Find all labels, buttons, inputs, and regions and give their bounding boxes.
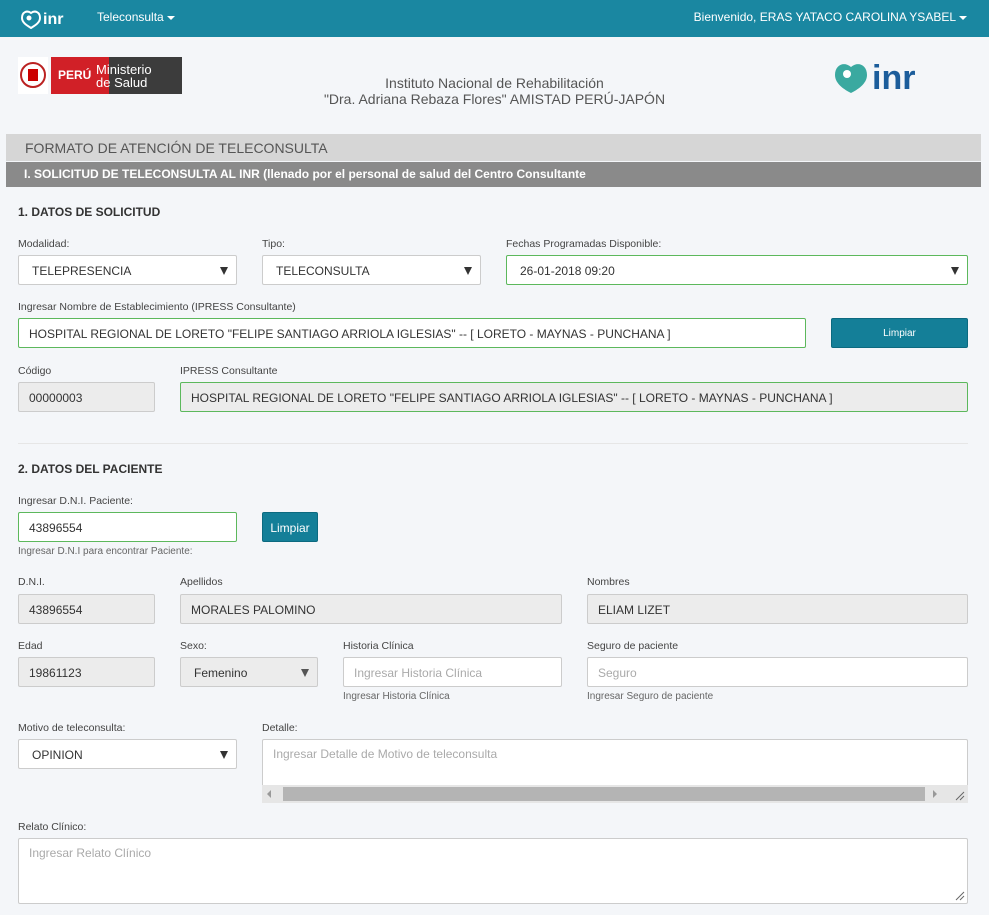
section-title-solicitud: 1. DATOS DE SOLICITUD xyxy=(18,205,161,219)
caret-down-icon xyxy=(220,267,228,275)
caret-down-icon xyxy=(464,267,472,275)
ipress-field: HOSPITAL REGIONAL DE LORETO "FELIPE SANT… xyxy=(180,382,968,412)
detalle-horizontal-scrollbar[interactable] xyxy=(262,785,968,803)
dni-field: 43896554 xyxy=(18,594,155,624)
seguro-input[interactable]: Seguro xyxy=(587,657,968,687)
tipo-select[interactable]: TELECONSULTA xyxy=(262,255,481,285)
edad-field: 19861123 xyxy=(18,657,155,687)
inr-logo-icon: inr xyxy=(835,59,915,95)
svg-text:inr: inr xyxy=(872,59,915,95)
modalidad-value: TELEPRESENCIA xyxy=(32,264,132,278)
scrollbar-thumb[interactable] xyxy=(283,787,925,801)
section-divider xyxy=(18,443,968,444)
scroll-left-icon[interactable] xyxy=(267,790,271,798)
motivo-label: Motivo de teleconsulta: xyxy=(18,722,126,734)
form-title: FORMATO DE ATENCIÓN DE TELECONSULTA xyxy=(6,134,981,161)
sexo-value: Femenino xyxy=(194,666,248,680)
fechas-value: 26-01-2018 09:20 xyxy=(520,264,615,278)
caret-down-icon xyxy=(951,267,959,275)
resize-grip-icon[interactable] xyxy=(955,891,965,901)
tipo-value: TELECONSULTA xyxy=(276,264,370,278)
codigo-label: Código xyxy=(18,365,52,377)
detalle-label: Detalle: xyxy=(262,722,298,734)
user-menu-label: Bienvenido, ERAS YATACO CAROLINA YSABEL xyxy=(693,10,956,24)
establecimiento-label: Ingresar Nombre de Establecimiento (IPRE… xyxy=(18,301,296,313)
nombres-field: ELIAM LIZET xyxy=(587,594,968,624)
inr-logo-icon[interactable]: inr xyxy=(18,7,74,29)
svg-text:inr: inr xyxy=(43,11,63,28)
tipo-label: Tipo: xyxy=(262,238,285,250)
modalidad-select[interactable]: TELEPRESENCIA xyxy=(18,255,237,285)
caret-down-icon xyxy=(959,15,967,20)
establecimiento-input[interactable]: HOSPITAL REGIONAL DE LORETO "FELIPE SANT… xyxy=(18,318,806,348)
detalle-placeholder: Ingresar Detalle de Motivo de teleconsul… xyxy=(273,747,498,761)
dni-label: D.N.I. xyxy=(18,576,45,588)
relato-label: Relato Clínico: xyxy=(18,821,87,833)
caret-down-icon xyxy=(301,669,309,677)
historia-label: Historia Clínica xyxy=(343,640,414,652)
dni-help-text: Ingresar D.N.I para encontrar Paciente: xyxy=(18,546,193,557)
codigo-field: 00000003 xyxy=(18,382,155,412)
edad-label: Edad xyxy=(18,640,43,652)
motivo-value: OPINION xyxy=(32,748,83,762)
user-menu[interactable]: Bienvenido, ERAS YATACO CAROLINA YSABEL xyxy=(694,10,967,24)
caret-down-icon xyxy=(220,751,228,759)
teleconsulta-menu-label: Teleconsulta xyxy=(97,10,164,24)
form-subtitle: I. SOLICITUD DE TELECONSULTA AL INR (lle… xyxy=(6,162,981,187)
relato-placeholder: Ingresar Relato Clínico xyxy=(29,846,152,860)
limpiar-dni-button[interactable]: Limpiar xyxy=(262,512,318,542)
fechas-label: Fechas Programadas Disponible: xyxy=(506,238,662,250)
top-navbar: inr Teleconsulta Bienvenido, ERAS YATACO… xyxy=(0,0,989,37)
modalidad-label: Modalidad: xyxy=(18,238,70,250)
relato-textarea[interactable]: Ingresar Relato Clínico xyxy=(18,838,968,904)
ipress-label: IPRESS Consultante xyxy=(180,365,278,377)
section-title-paciente: 2. DATOS DEL PACIENTE xyxy=(18,462,163,476)
sexo-label: Sexo: xyxy=(180,640,207,652)
apellidos-label: Apellidos xyxy=(180,576,223,588)
dni-input[interactable]: 43896554 xyxy=(18,512,237,542)
historia-help-text: Ingresar Historia Clínica xyxy=(343,691,450,702)
scroll-right-icon[interactable] xyxy=(933,790,937,798)
nombres-label: Nombres xyxy=(587,576,630,588)
sexo-select[interactable]: Femenino xyxy=(180,657,318,687)
historia-input[interactable]: Ingresar Historia Clínica xyxy=(343,657,562,687)
dni-input-label: Ingresar D.N.I. Paciente: xyxy=(18,495,133,507)
seguro-help-text: Ingresar Seguro de paciente xyxy=(587,691,714,702)
teleconsulta-menu[interactable]: Teleconsulta xyxy=(97,10,175,24)
fechas-select[interactable]: 26-01-2018 09:20 xyxy=(506,255,968,285)
limpiar-establecimiento-button[interactable]: Limpiar xyxy=(831,318,968,348)
motivo-select[interactable]: OPINION xyxy=(18,739,237,769)
seguro-label: Seguro de paciente xyxy=(587,640,679,652)
apellidos-field: MORALES PALOMINO xyxy=(180,594,562,624)
resize-grip-icon[interactable] xyxy=(955,791,965,801)
caret-down-icon xyxy=(166,15,175,20)
